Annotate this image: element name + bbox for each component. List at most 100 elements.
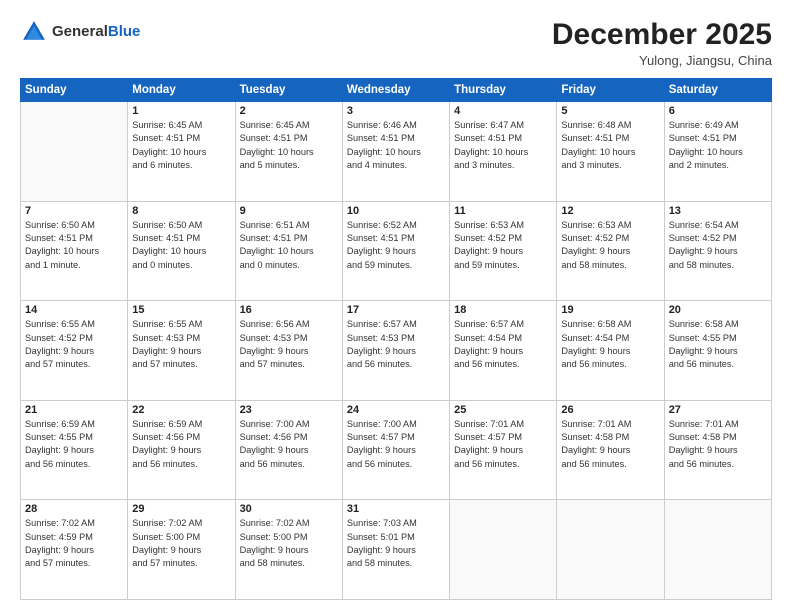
- day-cell: [664, 500, 771, 600]
- logo-icon: [20, 18, 48, 46]
- week-row-0: 1 Sunrise: 6:45 AM Sunset: 4:51 PM Daylig…: [21, 102, 772, 202]
- day-info: Sunrise: 7:01 AM Sunset: 4:57 PM Dayligh…: [454, 418, 552, 471]
- week-row-2: 14 Sunrise: 6:55 AM Sunset: 4:52 PM Dayli…: [21, 301, 772, 401]
- day-info: Sunrise: 6:46 AM Sunset: 4:51 PM Dayligh…: [347, 119, 445, 172]
- day-info: Sunrise: 6:52 AM Sunset: 4:51 PM Dayligh…: [347, 219, 445, 272]
- day-number: 25: [454, 404, 552, 416]
- day-info: Sunrise: 6:56 AM Sunset: 4:53 PM Dayligh…: [240, 318, 338, 371]
- day-cell: 15Sunrise: 6:55 AM Sunset: 4:53 PM Dayli…: [128, 301, 235, 401]
- day-info: Sunrise: 6:51 AM Sunset: 4:51 PM Dayligh…: [240, 219, 338, 272]
- day-cell: 2Sunrise: 6:45 AM Sunset: 4:51 PM Daylig…: [235, 102, 342, 202]
- day-cell: 3 Sunrise: 6:46 AM Sunset: 4:51 PM Daylig…: [342, 102, 449, 202]
- logo: GeneralBlue: [20, 18, 140, 46]
- column-header-saturday: Saturday: [664, 79, 771, 102]
- day-number: 11: [454, 205, 552, 217]
- day-number: 19: [561, 304, 659, 316]
- day-cell: 14 Sunrise: 6:55 AM Sunset: 4:52 PM Dayli…: [21, 301, 128, 401]
- day-cell: 16 Sunrise: 6:56 AM Sunset: 4:53 PM Dayli…: [235, 301, 342, 401]
- day-cell: 10 Sunrise: 6:52 AM Sunset: 4:51 PM Dayli…: [342, 201, 449, 301]
- day-cell: 21 Sunrise: 6:59 AM Sunset: 4:55 PM Dayli…: [21, 400, 128, 500]
- day-number: 2: [240, 105, 338, 117]
- day-number: 9: [240, 205, 338, 217]
- day-number: 6: [669, 105, 767, 117]
- day-info: Sunrise: 6:59 AM Sunset: 4:55 PM Dayligh…: [25, 418, 123, 471]
- day-info: Sunrise: 6:45 AM Sunset: 4:51 PM Dayligh…: [132, 119, 230, 172]
- day-info: Sunrise: 6:55 AM Sunset: 4:53 PM Dayligh…: [132, 318, 230, 371]
- day-info: Sunrise: 6:47 AM Sunset: 4:51 PM Dayligh…: [454, 119, 552, 172]
- calendar-header: SundayMondayTuesdayWednesdayThursdayFrid…: [21, 79, 772, 102]
- day-cell: 27Sunrise: 7:01 AM Sunset: 4:58 PM Dayli…: [664, 400, 771, 500]
- day-number: 7: [25, 205, 123, 217]
- day-number: 5: [561, 105, 659, 117]
- day-info: Sunrise: 7:03 AM Sunset: 5:01 PM Dayligh…: [347, 517, 445, 570]
- day-number: 18: [454, 304, 552, 316]
- day-info: Sunrise: 7:02 AM Sunset: 5:00 PM Dayligh…: [240, 517, 338, 570]
- day-number: 29: [132, 503, 230, 515]
- day-cell: 25 Sunrise: 7:01 AM Sunset: 4:57 PM Dayli…: [450, 400, 557, 500]
- day-cell: 9 Sunrise: 6:51 AM Sunset: 4:51 PM Daylig…: [235, 201, 342, 301]
- logo-blue: Blue: [108, 24, 141, 41]
- day-number: 14: [25, 304, 123, 316]
- calendar-table: SundayMondayTuesdayWednesdayThursdayFrid…: [20, 78, 772, 600]
- logo-text: GeneralBlue: [52, 24, 140, 41]
- day-cell: [557, 500, 664, 600]
- day-cell: 30 Sunrise: 7:02 AM Sunset: 5:00 PM Dayli…: [235, 500, 342, 600]
- day-number: 3: [347, 105, 445, 117]
- day-number: 13: [669, 205, 767, 217]
- column-header-wednesday: Wednesday: [342, 79, 449, 102]
- day-cell: 7Sunrise: 6:50 AM Sunset: 4:51 PM Daylig…: [21, 201, 128, 301]
- week-row-3: 21 Sunrise: 6:59 AM Sunset: 4:55 PM Dayli…: [21, 400, 772, 500]
- day-cell: 29 Sunrise: 7:02 AM Sunset: 5:00 PM Dayli…: [128, 500, 235, 600]
- day-number: 21: [25, 404, 123, 416]
- day-number: 28: [25, 503, 123, 515]
- day-cell: [21, 102, 128, 202]
- day-number: 4: [454, 105, 552, 117]
- header: GeneralBlue December 2025 Yulong, Jiangs…: [20, 18, 772, 68]
- day-info: Sunrise: 6:53 AM Sunset: 4:52 PM Dayligh…: [561, 219, 659, 272]
- logo-general: General: [52, 24, 108, 41]
- day-info: Sunrise: 6:50 AM Sunset: 4:51 PM Dayligh…: [132, 219, 230, 272]
- day-number: 30: [240, 503, 338, 515]
- day-info: Sunrise: 7:01 AM Sunset: 4:58 PM Dayligh…: [561, 418, 659, 471]
- day-cell: 5Sunrise: 6:48 AM Sunset: 4:51 PM Daylig…: [557, 102, 664, 202]
- day-number: 23: [240, 404, 338, 416]
- day-cell: 19 Sunrise: 6:58 AM Sunset: 4:54 PM Dayli…: [557, 301, 664, 401]
- day-info: Sunrise: 7:00 AM Sunset: 4:57 PM Dayligh…: [347, 418, 445, 471]
- day-number: 31: [347, 503, 445, 515]
- column-header-monday: Monday: [128, 79, 235, 102]
- day-number: 1: [132, 105, 230, 117]
- column-header-friday: Friday: [557, 79, 664, 102]
- day-cell: 8 Sunrise: 6:50 AM Sunset: 4:51 PM Daylig…: [128, 201, 235, 301]
- day-info: Sunrise: 7:02 AM Sunset: 5:00 PM Dayligh…: [132, 517, 230, 570]
- day-cell: 31 Sunrise: 7:03 AM Sunset: 5:01 PM Dayli…: [342, 500, 449, 600]
- header-row: SundayMondayTuesdayWednesdayThursdayFrid…: [21, 79, 772, 102]
- page: GeneralBlue December 2025 Yulong, Jiangs…: [0, 0, 792, 612]
- location: Yulong, Jiangsu, China: [552, 53, 772, 68]
- day-number: 26: [561, 404, 659, 416]
- column-header-tuesday: Tuesday: [235, 79, 342, 102]
- day-info: Sunrise: 6:58 AM Sunset: 4:54 PM Dayligh…: [561, 318, 659, 371]
- day-number: 16: [240, 304, 338, 316]
- day-number: 8: [132, 205, 230, 217]
- day-cell: 4 Sunrise: 6:47 AM Sunset: 4:51 PM Daylig…: [450, 102, 557, 202]
- week-row-1: 7 Sunrise: 6:50 AM Sunset: 4:51 PM Daylig…: [21, 201, 772, 301]
- day-cell: 6Sunrise: 6:49 AM Sunset: 4:51 PM Daylig…: [664, 102, 771, 202]
- day-cell: 1 Sunrise: 6:45 AM Sunset: 4:51 PM Daylig…: [128, 102, 235, 202]
- month-title: December 2025: [552, 18, 772, 51]
- day-cell: 18 Sunrise: 6:57 AM Sunset: 4:54 PM Dayli…: [450, 301, 557, 401]
- day-cell: 11Sunrise: 6:53 AM Sunset: 4:52 PM Dayli…: [450, 201, 557, 301]
- day-number: 20: [669, 304, 767, 316]
- day-info: Sunrise: 7:01 AM Sunset: 4:58 PM Dayligh…: [669, 418, 767, 471]
- day-info: Sunrise: 6:55 AM Sunset: 4:52 PM Dayligh…: [25, 318, 123, 371]
- day-cell: 12 Sunrise: 6:53 AM Sunset: 4:52 PM Dayli…: [557, 201, 664, 301]
- header-right: December 2025 Yulong, Jiangsu, China: [552, 18, 772, 68]
- day-cell: 20Sunrise: 6:58 AM Sunset: 4:55 PM Dayli…: [664, 301, 771, 401]
- day-info: Sunrise: 6:57 AM Sunset: 4:54 PM Dayligh…: [454, 318, 552, 371]
- day-cell: 24Sunrise: 7:00 AM Sunset: 4:57 PM Dayli…: [342, 400, 449, 500]
- day-cell: 17Sunrise: 6:57 AM Sunset: 4:53 PM Dayli…: [342, 301, 449, 401]
- column-header-sunday: Sunday: [21, 79, 128, 102]
- day-number: 12: [561, 205, 659, 217]
- day-cell: 13Sunrise: 6:54 AM Sunset: 4:52 PM Dayli…: [664, 201, 771, 301]
- day-cell: 26 Sunrise: 7:01 AM Sunset: 4:58 PM Dayli…: [557, 400, 664, 500]
- day-number: 10: [347, 205, 445, 217]
